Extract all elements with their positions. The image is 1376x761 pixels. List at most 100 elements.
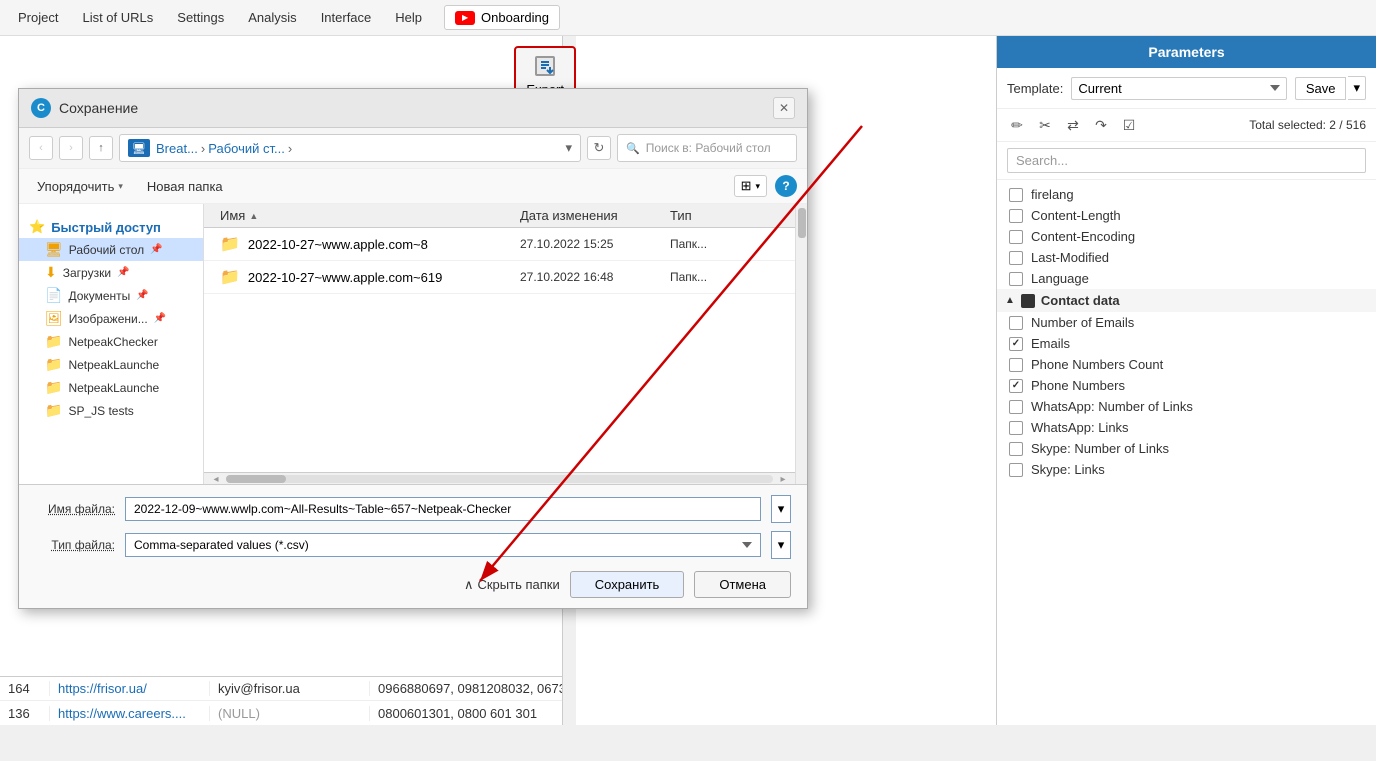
pin-icon[interactable]: ✂ xyxy=(1035,115,1055,135)
dialog-vscroll[interactable] xyxy=(795,204,807,484)
scroll-right-btn[interactable]: ▸ xyxy=(773,474,793,484)
sidebar-downloads[interactable]: ⬇ Загрузки 📌 xyxy=(19,261,203,284)
params-search-input[interactable] xyxy=(1007,148,1366,173)
row-email-1: kyiv@frisor.ua xyxy=(210,681,370,696)
swap-icon[interactable]: ⇄ xyxy=(1063,115,1083,135)
template-select[interactable]: Current xyxy=(1071,77,1286,100)
arrange-button[interactable]: Упорядочить ▾ xyxy=(29,176,131,197)
quick-access-label: Быстрый доступ xyxy=(51,220,161,235)
save-dropdown-button[interactable]: ▾ xyxy=(1348,76,1366,100)
param-whatsapp-count[interactable]: WhatsApp: Number of Links xyxy=(997,396,1376,417)
help-button[interactable]: ? xyxy=(775,175,797,197)
menu-project[interactable]: Project xyxy=(8,4,68,31)
breadcrumb-part2[interactable]: Рабочий ст... xyxy=(208,141,285,156)
param-checkbox-phone-count[interactable] xyxy=(1009,358,1023,372)
col-header-type[interactable]: Тип xyxy=(670,208,779,223)
sidebar-desktop[interactable]: 🖥 Рабочий стол 📌 xyxy=(19,238,203,261)
nav-forward-button[interactable]: › xyxy=(59,136,83,160)
sidebar-netpeak1[interactable]: 📁 NetpeakChecker xyxy=(19,330,203,353)
param-content-length[interactable]: Content-Length xyxy=(997,205,1376,226)
filename-dropdown-btn[interactable]: ▾ xyxy=(771,495,791,523)
nav-back-button[interactable]: ‹ xyxy=(29,136,53,160)
param-checkbox-language[interactable] xyxy=(1009,272,1023,286)
view-toggle[interactable]: ⊞ ▾ xyxy=(734,175,767,197)
param-phone-count[interactable]: Phone Numbers Count xyxy=(997,354,1376,375)
row-url-1[interactable]: https://frisor.ua/ xyxy=(50,681,210,696)
param-checkbox-skype-count[interactable] xyxy=(1009,442,1023,456)
dialog-close-button[interactable]: ✕ xyxy=(773,97,795,119)
param-last-modified[interactable]: Last-Modified xyxy=(997,247,1376,268)
check-icon[interactable]: ☑ xyxy=(1119,115,1139,135)
contact-data-section[interactable]: ▲ Contact data xyxy=(997,289,1376,312)
param-checkbox-whatsapp-links[interactable] xyxy=(1009,421,1023,435)
param-emails[interactable]: Emails xyxy=(997,333,1376,354)
new-folder-button[interactable]: Новая папка xyxy=(139,176,231,197)
file-type-1: Папк... xyxy=(670,237,779,251)
breadcrumb-part1[interactable]: Breat... xyxy=(156,141,198,156)
param-language[interactable]: Language xyxy=(997,268,1376,289)
menu-interface[interactable]: Interface xyxy=(311,4,382,31)
quick-access-header[interactable]: ⭐ Быстрый доступ xyxy=(19,216,203,238)
search-placeholder: Поиск в: Рабочий стол xyxy=(646,141,771,155)
col-header-date[interactable]: Дата изменения xyxy=(520,208,670,223)
save-dialog-button[interactable]: Сохранить xyxy=(570,571,685,598)
filetype-dropdown-btn[interactable]: ▾ xyxy=(771,531,791,559)
folder-icon4: 📁 xyxy=(45,402,62,419)
file-row-2[interactable]: 📁 2022-10-27~www.apple.com~619 27.10.202… xyxy=(204,261,795,294)
param-checkbox-emails[interactable] xyxy=(1009,337,1023,351)
menu-help[interactable]: Help xyxy=(385,4,432,31)
pin-icon2: 📌 xyxy=(117,267,129,278)
param-skype-count[interactable]: Skype: Number of Links xyxy=(997,438,1376,459)
param-phone-numbers[interactable]: Phone Numbers xyxy=(997,375,1376,396)
cancel-dialog-button[interactable]: Отмена xyxy=(694,571,791,598)
scroll-left-btn[interactable]: ◂ xyxy=(206,474,226,484)
save-button[interactable]: Save xyxy=(1295,77,1347,100)
param-checkbox-firelang[interactable] xyxy=(1009,188,1023,202)
param-skype-links[interactable]: Skype: Links xyxy=(997,459,1376,480)
filename-input[interactable] xyxy=(125,497,761,521)
redo-icon[interactable]: ↷ xyxy=(1091,115,1111,135)
param-checkbox-last-modified[interactable] xyxy=(1009,251,1023,265)
sidebar-netpeak1-label: NetpeakChecker xyxy=(68,335,157,349)
section-label-contact: Contact data xyxy=(1041,293,1120,308)
toolbar-row: ✏ ✂ ⇄ ↷ ☑ Total selected: 2 / 516 xyxy=(997,109,1376,142)
breadcrumb-dropdown[interactable]: ▾ xyxy=(565,140,572,156)
sidebar-netpeak3[interactable]: 📁 NetpeakLaunche xyxy=(19,376,203,399)
section-checkbox-contact[interactable] xyxy=(1021,294,1035,308)
sidebar-downloads-label: Загрузки xyxy=(63,266,111,280)
filetype-select[interactable]: Comma-separated values (*.csv) xyxy=(125,533,761,557)
row-url-2[interactable]: https://www.careers.... xyxy=(50,706,210,721)
param-checkbox-content-length[interactable] xyxy=(1009,209,1023,223)
folder-icon2: 📁 xyxy=(45,356,62,373)
param-number-emails[interactable]: Number of Emails xyxy=(997,312,1376,333)
sidebar-documents[interactable]: 📄 Документы 📌 xyxy=(19,284,203,307)
param-checkbox-content-encoding[interactable] xyxy=(1009,230,1023,244)
param-checkbox-number-emails[interactable] xyxy=(1009,316,1023,330)
sidebar-netpeak2-label: NetpeakLaunche xyxy=(68,358,159,372)
sidebar-images[interactable]: 🖼 Изображени... 📌 xyxy=(19,307,203,330)
param-whatsapp-links[interactable]: WhatsApp: Links xyxy=(997,417,1376,438)
downloads-icon: ⬇ xyxy=(45,264,57,281)
pin-icon4: 📌 xyxy=(154,313,166,324)
refresh-button[interactable]: ↻ xyxy=(587,136,611,160)
menu-settings[interactable]: Settings xyxy=(167,4,234,31)
param-checkbox-whatsapp-count[interactable] xyxy=(1009,400,1023,414)
sidebar-spjs[interactable]: 📁 SP_JS tests xyxy=(19,399,203,422)
onboarding-button[interactable]: Onboarding xyxy=(444,5,560,30)
sidebar-netpeak2[interactable]: 📁 NetpeakLaunche xyxy=(19,353,203,376)
file-row-1[interactable]: 📁 2022-10-27~www.apple.com~8 27.10.2022 … xyxy=(204,228,795,261)
col-header-name[interactable]: Имя ▲ xyxy=(220,208,520,223)
sidebar-images-label: Изображени... xyxy=(69,312,148,326)
param-checkbox-phone-numbers[interactable] xyxy=(1009,379,1023,393)
horizontal-scrollbar[interactable]: ◂ ▸ xyxy=(204,472,795,484)
show-folders-button[interactable]: ∧ Скрыть папки xyxy=(464,577,560,593)
section-arrow-icon: ▲ xyxy=(1005,295,1015,306)
param-checkbox-skype-links[interactable] xyxy=(1009,463,1023,477)
menu-analysis[interactable]: Analysis xyxy=(238,4,306,31)
sidebar-spjs-label: SP_JS tests xyxy=(68,404,133,418)
param-content-encoding[interactable]: Content-Encoding xyxy=(997,226,1376,247)
param-firelang[interactable]: firelang xyxy=(997,184,1376,205)
nav-up-button[interactable]: ↑ xyxy=(89,136,113,160)
menu-list-urls[interactable]: List of URLs xyxy=(72,4,163,31)
edit-icon[interactable]: ✏ xyxy=(1007,115,1027,135)
